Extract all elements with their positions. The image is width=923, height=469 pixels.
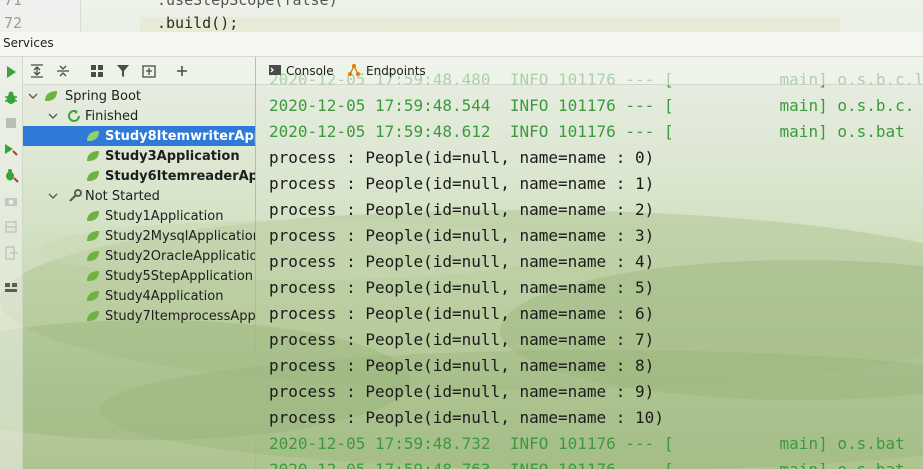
services-tool-window-header: Services [0, 32, 923, 57]
wrench-icon [69, 189, 82, 202]
filter-icon[interactable] [114, 62, 132, 80]
tree-item-study3[interactable]: Study3Application [23, 146, 255, 166]
spring-app-icon [87, 311, 99, 321]
tree-item-study7[interactable]: Study7ItemprocessApplication [23, 306, 255, 326]
spring-app-icon [87, 251, 99, 261]
console-output-line: process : People(id=null, name=name : 6) [269, 304, 655, 323]
chevron-down-icon[interactable] [47, 190, 59, 202]
line-number-gutter: 71 72 [0, 0, 81, 32]
tree-item-label: Study1Application [105, 209, 224, 224]
spring-boot-icon [45, 91, 57, 101]
group-by-icon[interactable] [88, 62, 106, 80]
spring-app-icon [87, 271, 99, 281]
add-service-icon[interactable] [173, 62, 191, 80]
tree-item-study2-oracle[interactable]: Study2OracleApplication [23, 246, 255, 266]
tree-item-label: Study4Application [105, 289, 224, 304]
tree-node-label: Not Started [85, 189, 160, 204]
tree-item-label: Study2MysqlApplication [105, 229, 255, 244]
console-log-line: 2020-12-05 17:59:48.763 INFO 101176 --- … [269, 457, 905, 469]
grid-layout-icon[interactable] [3, 279, 19, 295]
tree-node-label: Spring Boot [65, 89, 142, 104]
run-icon[interactable] [3, 64, 19, 80]
code-line[interactable]: .build(); [157, 14, 238, 32]
rerun-icon[interactable] [3, 141, 19, 157]
open-in-tab-icon[interactable] [140, 62, 158, 80]
spring-app-icon [87, 151, 99, 161]
spring-app-icon [87, 211, 99, 221]
spring-app-icon [87, 171, 99, 181]
exit-icon[interactable] [3, 245, 19, 261]
camera-icon[interactable] [3, 193, 19, 209]
tree-item-study4[interactable]: Study4Application [23, 286, 255, 306]
expand-all-icon[interactable] [28, 62, 46, 80]
spring-app-icon [87, 291, 99, 301]
stop-icon[interactable] [3, 115, 19, 131]
tab-console[interactable]: Console [286, 64, 334, 78]
tree-node-not-started[interactable]: Not Started [23, 186, 255, 206]
console-output-line: process : People(id=null, name=name : 2) [269, 200, 655, 219]
chevron-down-icon[interactable] [27, 90, 39, 102]
services-tree: Spring Boot Finished Study8ItemwriterApp… [23, 85, 255, 469]
console-output-line: process : People(id=null, name=name : 4) [269, 252, 655, 271]
services-side-toolbar [0, 57, 23, 469]
spring-app-icon [87, 231, 99, 241]
refresh-icon [68, 110, 80, 122]
tree-item-study6[interactable]: Study6ItemreaderApplication [23, 166, 255, 186]
tree-item-label: Study7ItemprocessApplication [105, 309, 255, 324]
tree-item-label: Study5StepApplication [105, 269, 254, 284]
console-log-line: 2020-12-05 17:59:48.732 INFO 101176 --- … [269, 434, 905, 453]
layout-icon[interactable] [3, 219, 19, 235]
console-log-line: 2020-12-05 17:59:48.612 INFO 101176 --- … [269, 122, 905, 141]
tree-node-finished[interactable]: Finished [23, 106, 255, 126]
tree-item-label: Study2OracleApplication [105, 249, 255, 264]
tree-node-spring-boot[interactable]: Spring Boot [23, 86, 255, 106]
services-tree-toolbar [23, 57, 255, 85]
console-icon [269, 65, 281, 75]
endpoints-icon [348, 64, 360, 76]
console-output-line: process : People(id=null, name=name : 0) [269, 148, 655, 167]
console-log-line: 2020-12-05 17:59:48.544 INFO 101176 --- … [269, 96, 915, 115]
code-editor-strip[interactable]: 71 72 .useStepScope(false) .build(); [0, 0, 923, 32]
line-number: 71 [4, 0, 23, 9]
debug-icon[interactable] [3, 90, 19, 106]
console-output-line: process : People(id=null, name=name : 5) [269, 278, 655, 297]
tab-endpoints[interactable]: Endpoints [366, 64, 426, 78]
tree-item-study2-mysql[interactable]: Study2MysqlApplication [23, 226, 255, 246]
services-title: Services [3, 36, 54, 50]
spring-app-icon [87, 131, 99, 141]
tree-item-study5[interactable]: Study5StepApplication [23, 266, 255, 286]
debug-rerun-icon[interactable] [3, 167, 19, 183]
code-line[interactable]: .useStepScope(false) [157, 0, 338, 9]
console-tab-bar: Console Endpoints [256, 57, 923, 85]
tree-item-study1[interactable]: Study1Application [23, 206, 255, 226]
console-output-line: process : People(id=null, name=name : 1) [269, 174, 655, 193]
console-output-line: process : People(id=null, name=name : 10… [269, 408, 664, 427]
current-line-highlight [140, 17, 840, 32]
tree-item-label: Study3Application [105, 149, 240, 164]
tree-item-study8[interactable]: Study8ItemwriterApplication [23, 126, 255, 146]
console-output-line: process : People(id=null, name=name : 9) [269, 382, 655, 401]
tree-node-label: Finished [85, 109, 139, 124]
console-output[interactable]: 2020-12-05 17:59:48.480 INFO 101176 --- … [256, 68, 923, 469]
chevron-down-icon[interactable] [47, 110, 59, 122]
line-number: 72 [4, 14, 23, 32]
tree-item-label: Study8ItemwriterApplication [105, 129, 255, 144]
collapse-all-icon[interactable] [54, 62, 72, 80]
tree-item-label: Study6ItemreaderApplication [105, 169, 255, 184]
console-output-line: process : People(id=null, name=name : 7) [269, 330, 655, 349]
console-output-line: process : People(id=null, name=name : 8) [269, 356, 655, 375]
console-output-line: process : People(id=null, name=name : 3) [269, 226, 655, 245]
